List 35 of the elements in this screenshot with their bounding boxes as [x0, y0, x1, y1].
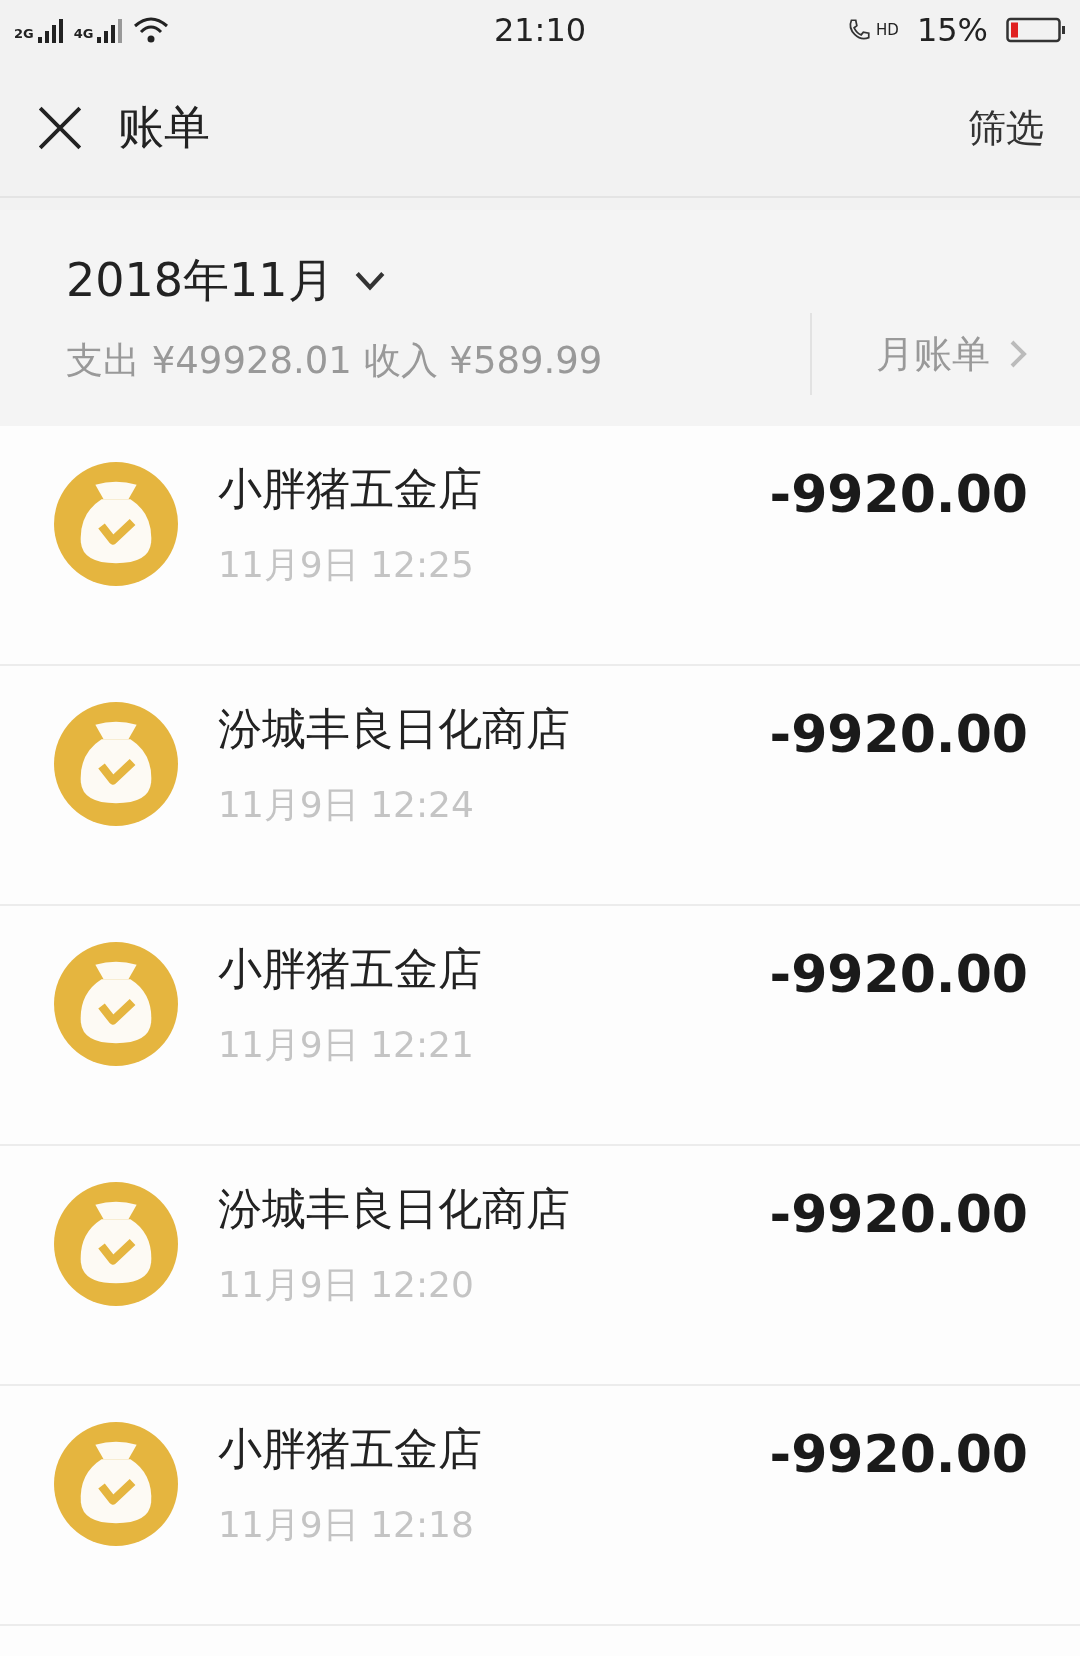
signal-label: 2G: [14, 26, 34, 41]
transaction-time: 11月9日 12:18: [218, 1503, 475, 1547]
merchant-name: 汾城丰良日化商店: [218, 1182, 571, 1236]
chevron-down-icon[interactable]: [353, 270, 386, 292]
battery-percent: 15%: [916, 11, 988, 49]
wifi-icon: [133, 16, 170, 44]
money-bag-icon: [54, 702, 178, 826]
transaction-amount: -9920.00: [769, 704, 1028, 764]
money-bag-icon: [54, 942, 178, 1066]
month-summary: 支出 ¥49928.01 收入 ¥589.99: [66, 338, 604, 384]
clock: 21:10: [493, 11, 587, 49]
signal-label: 4G: [73, 26, 94, 41]
merchant-name: 小胖猪五金店: [218, 942, 483, 996]
money-bag-icon: [54, 1182, 178, 1306]
transaction-time: 11月9日 12:20: [218, 1263, 475, 1307]
transaction-amount: -9920.00: [769, 464, 1028, 524]
battery-icon: [1006, 16, 1066, 44]
money-bag-icon: [54, 462, 178, 586]
merchant-name: 小胖猪五金店: [218, 1422, 483, 1476]
merchant-name: 小胖猪五金店: [218, 462, 483, 516]
filter-button[interactable]: 筛选: [968, 102, 1044, 154]
transaction-amount: -9920.00: [769, 1424, 1028, 1484]
transaction-time: 11月9日 12:25: [218, 543, 475, 587]
transaction-amount: -9920.00: [769, 944, 1028, 1004]
month-selector[interactable]: 2018年11月: [66, 250, 334, 312]
hd-label: HD: [876, 21, 899, 39]
signal-icon: [97, 17, 124, 43]
money-bag-icon: [54, 1422, 178, 1546]
transaction-time: 11月9日 12:24: [218, 783, 475, 827]
transaction-time: 11月9日 12:21: [218, 1023, 475, 1067]
close-icon[interactable]: [38, 106, 82, 150]
page-title: 账单: [118, 99, 211, 156]
transaction-amount: -9920.00: [769, 1184, 1028, 1244]
signal-icon: [37, 17, 64, 43]
merchant-name: 汾城丰良日化商店: [218, 702, 571, 756]
